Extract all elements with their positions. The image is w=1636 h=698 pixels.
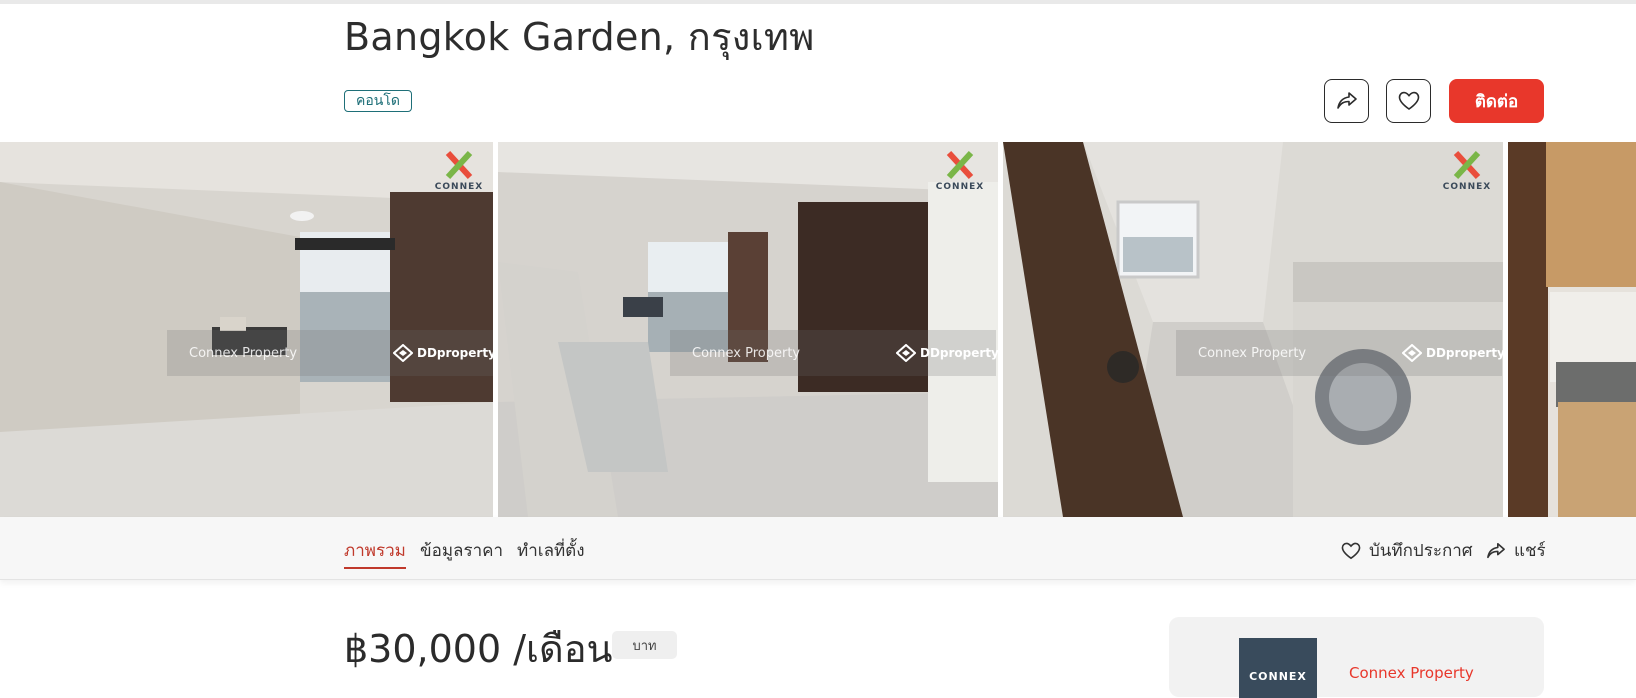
- ddproperty-icon: [896, 344, 916, 362]
- heart-icon: [1341, 542, 1361, 559]
- watermark-band: Connex Property DDproperty: [167, 330, 493, 376]
- share-arrow-icon: [1487, 542, 1505, 558]
- section-tab-bar: ภาพรวม ข้อมูลราคา ทำเลที่ตั้ง บันทึกประก…: [0, 517, 1636, 580]
- ddproperty-watermark: DDproperty: [393, 344, 493, 362]
- heart-icon: [1398, 91, 1419, 110]
- ddproperty-icon: [393, 344, 413, 362]
- photo-gallery: CONNEX Connex Property DDproperty CONNEX…: [0, 142, 1636, 517]
- top-divider: [0, 0, 1636, 4]
- agent-name-link[interactable]: Connex Property: [1349, 664, 1474, 682]
- watermark-band: Connex Property DDproperty: [670, 330, 998, 376]
- tab-location[interactable]: ทำเลที่ตั้ง: [517, 537, 585, 564]
- connex-watermark-logo: CONNEX: [431, 150, 487, 192]
- rent-price: ฿30,000 /เดือน: [344, 627, 613, 671]
- contact-button[interactable]: ติดต่อ: [1449, 79, 1544, 123]
- share-arrow-icon: [1336, 92, 1357, 109]
- photo-living-room-wide[interactable]: CONNEX Connex Property DDproperty: [498, 142, 998, 517]
- watermark-text: Connex Property: [1198, 346, 1307, 361]
- connex-watermark-logo: CONNEX: [932, 150, 988, 192]
- watermark-band: Connex Property DDproperty: [1176, 330, 1503, 376]
- share-label: แชร์: [1514, 541, 1546, 561]
- connex-watermark-logo: CONNEX: [1439, 150, 1495, 192]
- photo-laundry-room[interactable]: CONNEX Connex Property DDproperty: [1003, 142, 1503, 517]
- agent-logo: CONNEX: [1239, 638, 1317, 698]
- save-listing-label: บันทึกประกาศ: [1369, 541, 1473, 561]
- favorite-button[interactable]: [1386, 79, 1431, 123]
- ddproperty-icon: [1402, 344, 1422, 362]
- currency-unit-badge: บาท: [612, 631, 677, 659]
- share-button[interactable]: [1324, 79, 1369, 123]
- tab-price-info[interactable]: ข้อมูลราคา: [420, 537, 503, 564]
- photo-living-room[interactable]: CONNEX Connex Property DDproperty: [0, 142, 493, 517]
- agent-card: CONNEX Connex Property: [1169, 617, 1544, 698]
- watermark-text: Connex Property: [692, 346, 801, 361]
- watermark-text: Connex Property: [189, 346, 298, 361]
- share-link[interactable]: แชร์: [1486, 537, 1546, 564]
- ddproperty-watermark: DDproperty: [1402, 344, 1503, 362]
- photo-kitchen[interactable]: [1508, 142, 1636, 517]
- ddproperty-watermark: DDproperty: [896, 344, 998, 362]
- property-type-tag: คอนโด: [344, 90, 412, 112]
- tab-overview[interactable]: ภาพรวม: [344, 537, 406, 569]
- listing-title: Bangkok Garden, กรุงเทพ: [344, 15, 815, 59]
- save-listing-button[interactable]: บันทึกประกาศ: [1341, 537, 1473, 564]
